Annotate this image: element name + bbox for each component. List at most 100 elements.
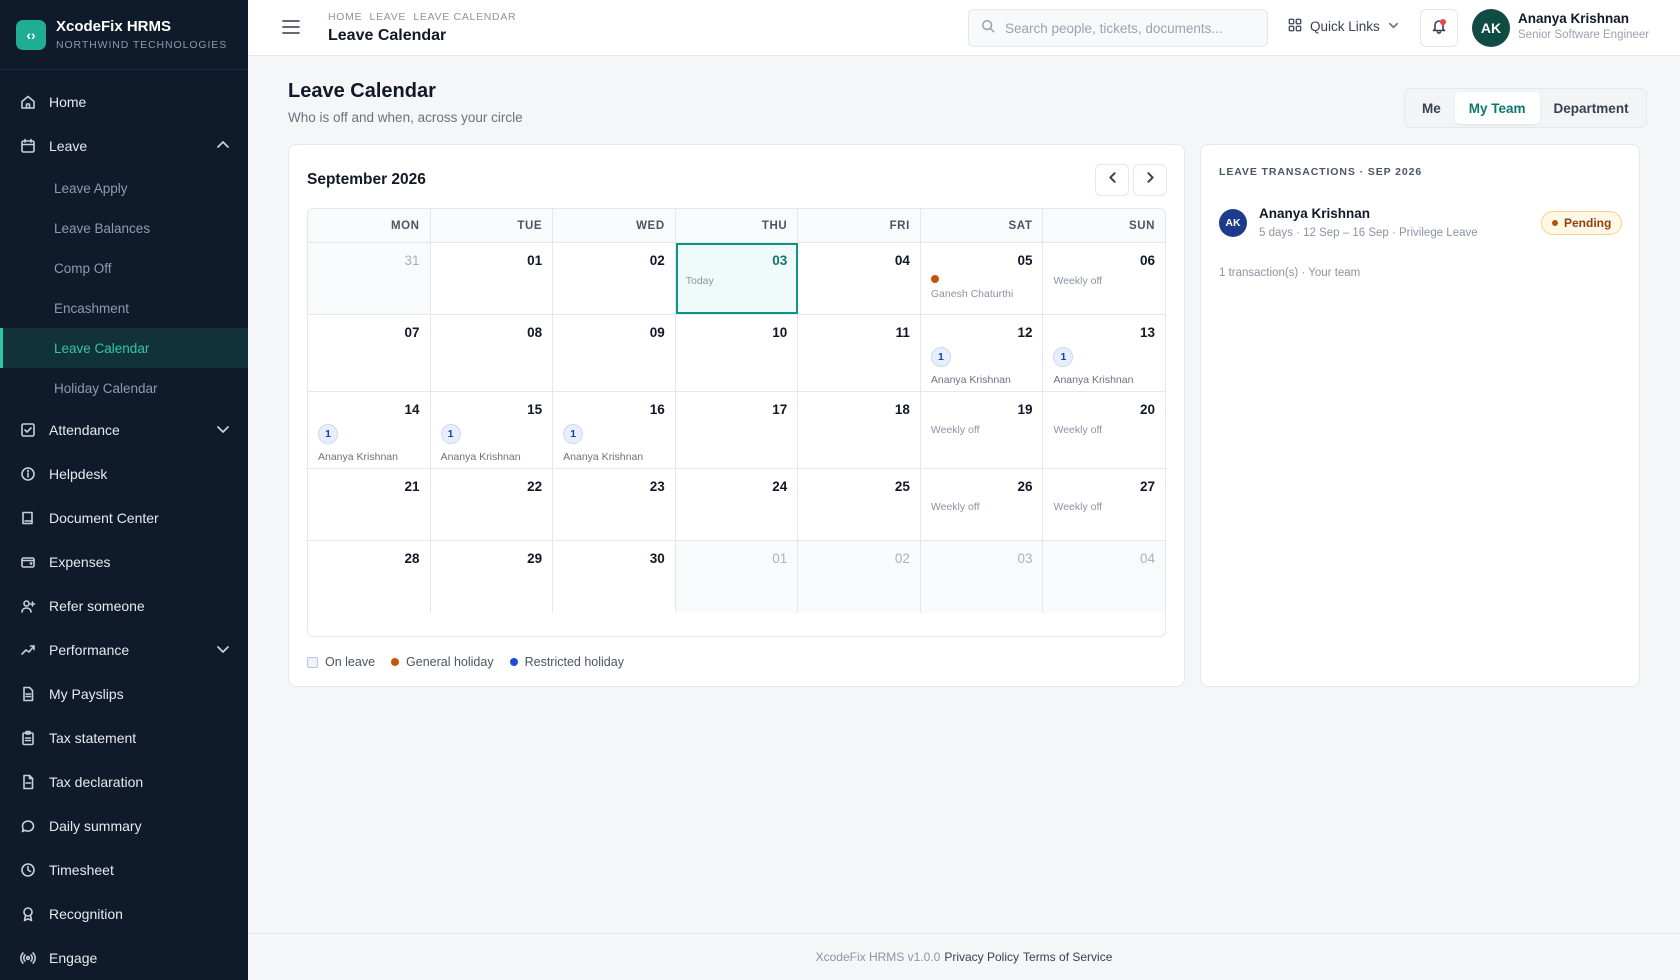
calendar-day[interactable]: 15 1 Ananya Krishnan (430, 392, 554, 468)
calendar-day[interactable]: 04 (1043, 541, 1165, 613)
calendar-day-today[interactable]: 03 Today (675, 243, 799, 314)
user-avatar[interactable]: AK (1472, 9, 1510, 47)
calendar-day[interactable]: 20 Weekly off (1043, 392, 1165, 468)
sidebar-item-daily-summary[interactable]: Daily summary (0, 804, 248, 848)
calendar-day[interactable]: 25 (798, 469, 921, 540)
clock-icon (20, 862, 36, 878)
sidebar-subitem-comp-off[interactable]: Comp Off (0, 248, 248, 288)
sidebar-subitem-leave-apply[interactable]: Leave Apply (0, 168, 248, 208)
scope-tab-me[interactable]: Me (1408, 92, 1455, 124)
notifications-button[interactable] (1420, 9, 1458, 47)
sidebar-subitem-leave-balances[interactable]: Leave Balances (0, 208, 248, 248)
calendar-week-row: 31 01 02 03 Today 04 05 Ganesh Chaturthi 06 Weekl… (308, 243, 1165, 315)
sidebar-item-leave[interactable]: Leave (0, 124, 248, 168)
sidebar-item-refer-someone[interactable]: Refer someone (0, 584, 248, 628)
sidebar-item-helpdesk[interactable]: Helpdesk (0, 452, 248, 496)
calendar-day[interactable]: 07 (308, 315, 431, 391)
sidebar-item-recognition[interactable]: Recognition (0, 892, 248, 936)
sidebar-item-tax-declaration[interactable]: Tax declaration (0, 760, 248, 804)
calendar-day[interactable]: 09 (553, 315, 676, 391)
privacy-policy-link[interactable]: Privacy Policy (944, 950, 1019, 964)
transaction-details: 5 days · 12 Sep – 16 Sep · Privilege Lea… (1259, 227, 1478, 239)
calendar-day[interactable]: 12 1 Ananya Krishnan (920, 315, 1044, 391)
sidebar-item-label: Attendance (49, 422, 120, 438)
leave-count-badge[interactable]: 1 (1053, 347, 1074, 367)
calendar-day[interactable]: 31 (308, 243, 431, 314)
calendar-week-row: 07 08 09 10 11 12 1 Ananya Krishnan 13 1 Ananya Kr… (308, 315, 1165, 392)
user-role: Senior Software Engineer (1518, 29, 1650, 41)
sidebar-nav: Home Leave Leave Apply Leave Balances Comp O… (0, 70, 248, 980)
trending-icon (20, 642, 36, 658)
calendar-day[interactable]: 16 1 Ananya Krishnan (553, 392, 676, 468)
legend-label: On leave (325, 655, 376, 669)
terms-of-service-link[interactable]: Terms of Service (1023, 950, 1112, 964)
calendar-day[interactable]: 19 Weekly off (920, 392, 1044, 468)
weekday-label: FRI (798, 209, 921, 242)
calendar-day[interactable]: 22 (430, 469, 554, 540)
calendar-day[interactable]: 13 1 Ananya Krishnan (1043, 315, 1165, 391)
sidebar-subitem-leave-calendar[interactable]: Leave Calendar (0, 328, 248, 368)
status-label: Pending (1564, 216, 1612, 230)
day-number: 02 (649, 253, 665, 268)
calendar-day[interactable]: 01 (430, 243, 554, 314)
leave-count-badge[interactable]: 1 (563, 424, 584, 444)
sidebar-item-my-payslips[interactable]: My Payslips (0, 672, 248, 716)
sidebar-item-label: Refer someone (49, 598, 145, 614)
weekday-header-row: MON TUE WED THU FRI SAT SUN (308, 209, 1165, 243)
sidebar-item-tax-statement[interactable]: Tax statement (0, 716, 248, 760)
calendar-day[interactable]: 02 (798, 541, 921, 613)
calendar-day[interactable]: 18 (798, 392, 921, 468)
calendar-day[interactable]: 30 (553, 541, 676, 613)
calendar-day[interactable]: 04 (798, 243, 921, 314)
calendar-day[interactable]: 03 (920, 541, 1044, 613)
day-number: 23 (649, 479, 665, 494)
day-note: Weekly off (1053, 501, 1103, 513)
on-leave-swatch (307, 656, 318, 668)
leave-count-badge[interactable]: 1 (440, 424, 461, 444)
calendar-day[interactable]: 14 1 Ananya Krishnan (308, 392, 431, 468)
leave-count-badge[interactable]: 1 (318, 424, 338, 444)
quick-links-button[interactable]: Quick Links (1288, 18, 1399, 35)
sidebar-item-attendance[interactable]: Attendance (0, 408, 248, 452)
calendar-day[interactable]: 08 (430, 315, 554, 391)
sidebar-item-timesheet[interactable]: Timesheet (0, 848, 248, 892)
calendar-day[interactable]: 26 Weekly off (920, 469, 1044, 540)
day-number: 25 (894, 479, 910, 494)
scope-tab-my-team[interactable]: My Team (1454, 92, 1540, 124)
calendar-day[interactable]: 06 Weekly off (1043, 243, 1165, 314)
calendar-day[interactable]: 11 (798, 315, 921, 391)
calendar-day[interactable]: 05 Ganesh Chaturthi (920, 243, 1044, 314)
calendar-day[interactable]: 28 (308, 541, 431, 613)
leave-count-badge[interactable]: 1 (930, 347, 951, 367)
weekday-label: TUE (431, 209, 554, 242)
sidebar-item-expenses[interactable]: Expenses (0, 540, 248, 584)
search-input[interactable] (1005, 20, 1255, 36)
calendar-day[interactable]: 01 (675, 541, 799, 613)
transactions-heading: LEAVE TRANSACTIONS · SEP 2026 (1219, 166, 1423, 178)
day-number: 08 (527, 325, 543, 340)
sidebar-item-home[interactable]: Home (0, 80, 248, 124)
user-name[interactable]: Ananya Krishnan (1518, 11, 1629, 26)
sidebar-item-performance[interactable]: Performance (0, 628, 248, 672)
sidebar-item-engage[interactable]: Engage (0, 936, 248, 980)
calendar-day[interactable]: 24 (675, 469, 799, 540)
calendar-day[interactable]: 27 Weekly off (1043, 469, 1165, 540)
sidebar-subitem-encashment[interactable]: Encashment (0, 288, 248, 328)
prev-month-button[interactable] (1095, 164, 1129, 196)
calendar-day[interactable]: 17 (675, 392, 799, 468)
sidebar-item-document-center[interactable]: Document Center (0, 496, 248, 540)
calendar-day[interactable]: 10 (675, 315, 799, 391)
calendar-day[interactable]: 29 (430, 541, 554, 613)
menu-toggle-icon[interactable] (282, 19, 300, 35)
calendar-day[interactable]: 21 (308, 469, 431, 540)
day-number: 20 (1140, 402, 1156, 417)
calendar-day[interactable]: 02 (553, 243, 676, 314)
broadcast-icon (20, 950, 36, 966)
sidebar-subitem-holiday-calendar[interactable]: Holiday Calendar (0, 368, 248, 408)
brand[interactable]: ‹› XcodeFix HRMS NORTHWIND TECHNOLOGIES (0, 0, 248, 70)
calendar-day[interactable]: 23 (553, 469, 676, 540)
scope-tab-department[interactable]: Department (1540, 92, 1643, 124)
next-month-button[interactable] (1133, 164, 1167, 196)
calendar-icon (20, 138, 36, 154)
search-box[interactable] (968, 9, 1268, 47)
